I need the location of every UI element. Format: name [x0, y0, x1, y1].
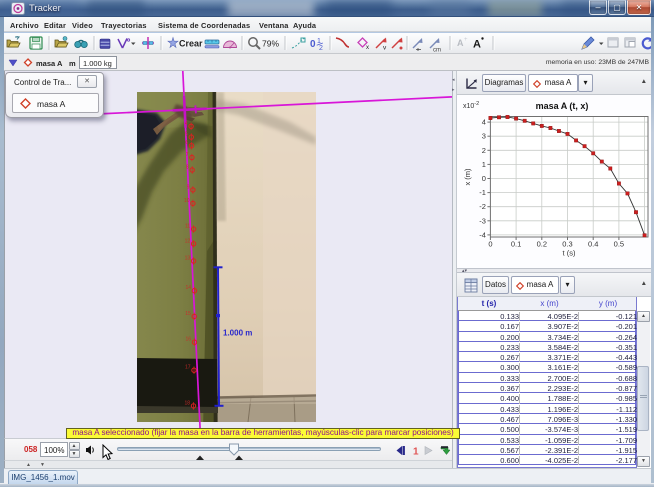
svg-text:2: 2	[482, 146, 486, 155]
svg-text:7: 7	[186, 152, 189, 158]
svg-text:16: 16	[186, 337, 192, 343]
svg-text:8: 8	[186, 165, 189, 171]
svg-text:-4: -4	[479, 230, 486, 239]
svg-text:x (m): x (m)	[463, 168, 472, 186]
svg-text:cm: cm	[433, 48, 441, 54]
svg-text:10: 10	[184, 198, 190, 204]
svg-text:12: 12	[185, 238, 191, 244]
svg-text:Crear: Crear	[179, 39, 203, 49]
svg-text:6: 6	[185, 140, 188, 146]
svg-text:4: 4	[482, 118, 486, 127]
svg-text:-1: -1	[479, 188, 486, 197]
svg-text:0.4: 0.4	[588, 240, 598, 249]
svg-text:0.2: 0.2	[537, 240, 547, 249]
svg-text:3: 3	[482, 132, 486, 141]
svg-text:1: 1	[482, 160, 486, 169]
svg-text:9: 9	[187, 184, 190, 190]
svg-text:-3: -3	[479, 216, 486, 225]
svg-text:17: 17	[185, 365, 191, 371]
svg-text:-2: -2	[479, 202, 486, 211]
svg-text:0: 0	[482, 174, 486, 183]
svg-text:2: 2	[319, 45, 323, 52]
svg-text:0.5: 0.5	[614, 240, 624, 249]
svg-text:0.1: 0.1	[511, 240, 521, 249]
svg-text:0: 0	[310, 39, 316, 50]
svg-text:18: 18	[185, 400, 191, 406]
svg-text:x10-2: x10-2	[463, 101, 479, 110]
svg-text:13: 13	[185, 256, 191, 262]
svg-text:A: A	[473, 39, 481, 51]
svg-text:x: x	[366, 45, 369, 51]
svg-text:4: 4	[185, 121, 188, 127]
svg-text:1.000 m: 1.000 m	[223, 329, 252, 338]
svg-text:masa A (t, x): masa A (t, x)	[536, 101, 589, 111]
svg-text:11: 11	[185, 224, 190, 230]
svg-text:79%: 79%	[262, 39, 279, 49]
svg-text:v: v	[383, 45, 387, 52]
svg-text:t (s): t (s)	[563, 249, 576, 258]
svg-text:0: 0	[488, 240, 492, 249]
svg-text:A: A	[457, 38, 464, 48]
svg-text:1: 1	[413, 447, 419, 458]
svg-text:+: +	[464, 37, 468, 43]
svg-text:5: 5	[185, 132, 188, 138]
svg-text:14: 14	[185, 285, 191, 291]
svg-text:15: 15	[185, 311, 191, 317]
svg-text:0.3: 0.3	[562, 240, 572, 249]
